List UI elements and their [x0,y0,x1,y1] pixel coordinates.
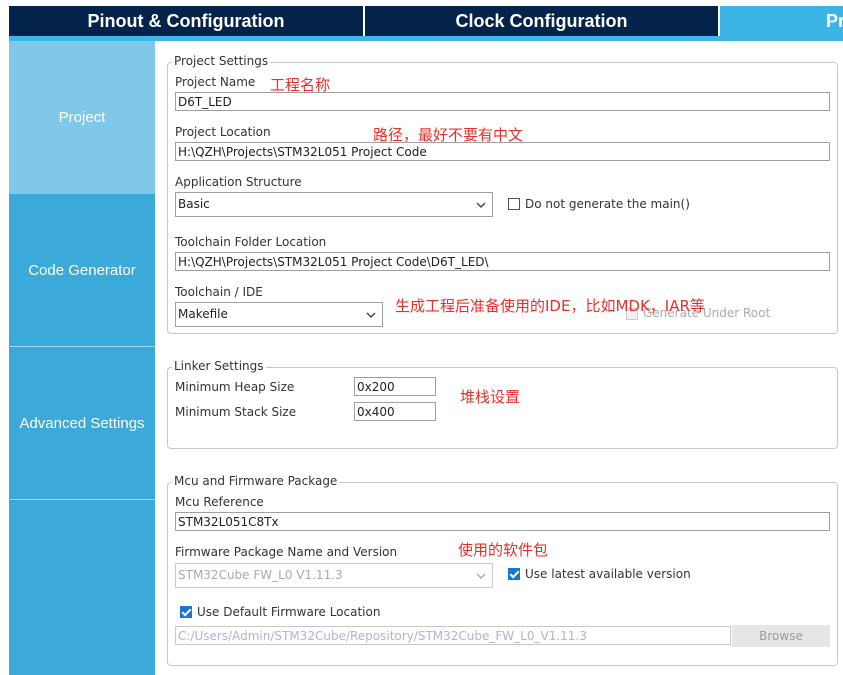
app-structure-value: Basic [178,197,210,211]
firmware-location-field[interactable]: C:/Users/Admin/STM32Cube/Repository/STM3… [175,626,731,645]
sidebar-item-advanced-settings[interactable]: Advanced Settings [9,347,155,499]
project-location-label: Project Location [175,125,271,139]
no-main-checkbox[interactable] [508,198,520,210]
tab-pinout-configuration[interactable]: Pinout & Configuration [9,6,363,36]
toolchain-folder-label: Toolchain Folder Location [175,235,327,249]
app-structure-select[interactable]: Basic [175,192,493,217]
group-legend: Linker Settings [172,359,266,373]
stack-size-label: Minimum Stack Size [175,405,297,419]
firmware-package-select[interactable]: STM32Cube FW_L0 V1.11.3 [175,563,493,588]
toolchain-ide-label: Toolchain / IDE [175,285,263,299]
browse-button[interactable]: Browse [732,625,830,647]
use-latest-checkbox[interactable] [508,568,520,580]
heap-size-label: Minimum Heap Size [175,380,295,394]
annotation-firmware: 使用的软件包 [458,541,549,559]
heap-size-field[interactable]: 0x200 [354,377,436,396]
sidebar-item-project[interactable]: Project [9,41,155,194]
sidebar: Project Code Generator Advanced Settings [9,41,155,675]
firmware-name-label: Firmware Package Name and Version [175,545,398,559]
firmware-package-value: STM32Cube FW_L0 V1.11.3 [178,568,343,582]
sidebar-divider [9,499,155,500]
use-default-location-label: Use Default Firmware Location [197,605,381,619]
app-structure-label: Application Structure [175,175,302,189]
annotation-project-location: 路径，最好不要有中文 [373,126,524,144]
mcu-reference-label: Mcu Reference [175,495,264,509]
stack-size-field[interactable]: 0x400 [354,402,436,421]
no-main-label: Do not generate the main() [525,197,690,211]
chevron-down-icon [476,573,486,579]
tab-project-manager[interactable]: Pr [720,6,843,36]
use-latest-label: Use latest available version [525,567,691,581]
chevron-down-icon [476,202,486,208]
sidebar-item-label: Project [58,109,106,126]
tab-clock-configuration[interactable]: Clock Configuration [365,6,718,36]
chevron-down-icon [366,312,376,318]
sidebar-item-code-generator[interactable]: Code Generator [9,195,155,346]
toolchain-ide-value: Makefile [178,307,228,321]
sidebar-item-label: Code Generator [28,262,136,279]
project-name-label: Project Name [175,75,256,89]
group-legend: Mcu and Firmware Package [172,474,340,488]
use-default-location-checkbox[interactable] [180,606,192,618]
group-legend: Project Settings [172,54,271,68]
sidebar-item-label: Advanced Settings [19,414,145,432]
annotation-project-name: 工程名称 [270,76,331,94]
annotation-stack: 堆栈设置 [460,388,521,406]
toolchain-ide-select[interactable]: Makefile [175,302,383,327]
toolchain-folder-field[interactable]: H:\QZH\Projects\STM32L051 Project Code\D… [175,252,830,271]
annotation-toolchain: 生成工程后准备使用的IDE，比如MDK，IAR等 [395,297,705,315]
mcu-reference-field[interactable]: STM32L051C8Tx [175,512,830,531]
top-tab-bar: Pinout & Configuration Clock Configurati… [0,0,843,41]
